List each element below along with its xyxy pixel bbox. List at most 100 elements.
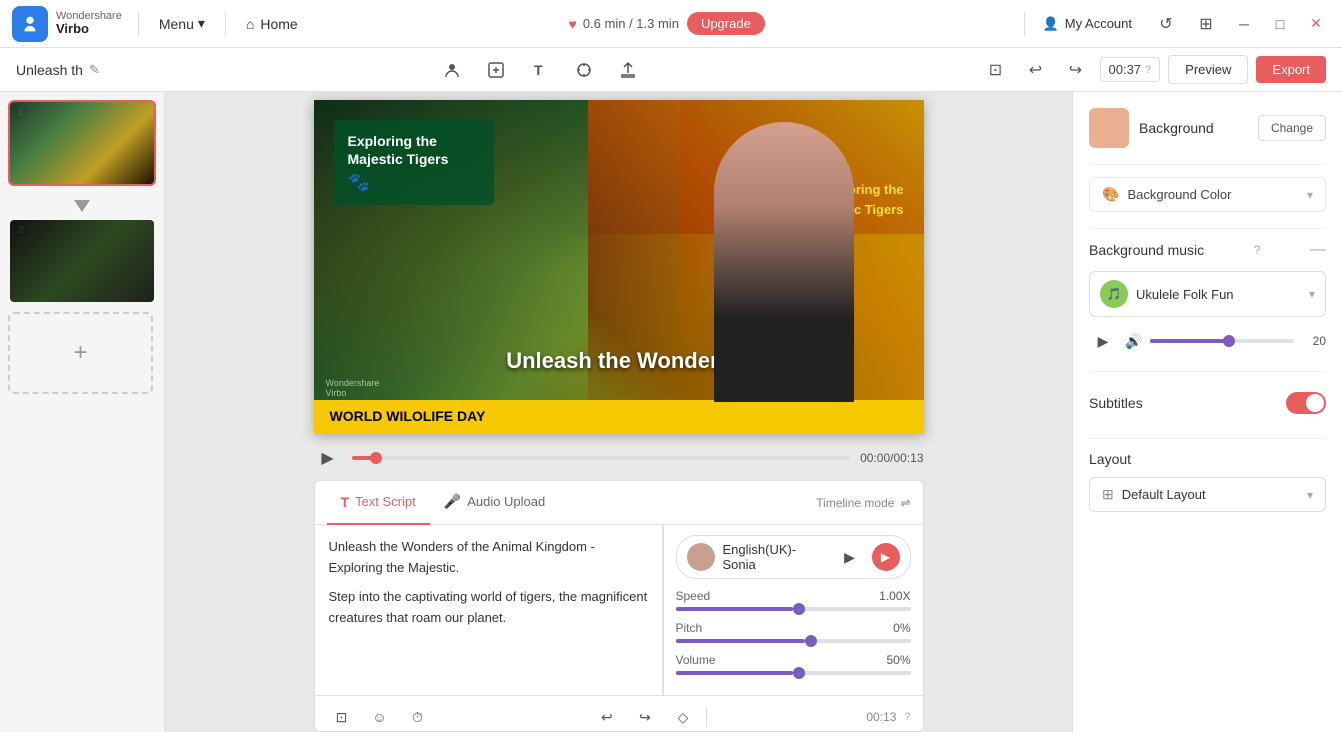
music-header: Background music ? — <box>1089 241 1326 259</box>
volume-thumb-music <box>1223 335 1235 347</box>
home-button[interactable]: ⌂ Home <box>234 10 310 38</box>
history-button[interactable]: ↺ <box>1150 8 1182 40</box>
topbar: Wondershare Virbo Menu ▾ ⌂ Home ♥ 0.6 mi… <box>0 0 1342 48</box>
voice-play-button[interactable]: ▶ <box>872 543 900 571</box>
insert-button[interactable]: ⊡ <box>327 702 357 732</box>
timer-text: 0.6 min / 1.3 min <box>583 16 679 31</box>
voice-expand-button[interactable]: ▶ <box>836 543 864 571</box>
timer-area: ♥ 0.6 min / 1.3 min <box>569 16 679 32</box>
svg-text:T: T <box>534 62 543 78</box>
music-avatar: 🎵 <box>1100 280 1128 308</box>
undo-button[interactable]: ↩ <box>1020 54 1052 86</box>
sticker-tool-button[interactable] <box>478 52 514 88</box>
menu-button[interactable]: Menu ▾ <box>147 9 217 38</box>
speed-slider[interactable] <box>676 607 911 611</box>
chevron-down-icon: ▾ <box>198 15 205 32</box>
text-tool-button[interactable]: T <box>522 52 558 88</box>
timeline-mode-toggle[interactable]: Timeline mode ⇌ <box>816 496 910 510</box>
add-slide-button[interactable]: + <box>8 312 153 394</box>
timer-button[interactable]: ⏱ <box>403 702 433 732</box>
editor-toolbar: Unleash th ✎ T ⊡ ↩ ↪ 00:37 ? Preview Exp… <box>0 48 1342 92</box>
slide-thumbnail-1 <box>10 102 155 184</box>
voice-name: English(UK)-Sonia <box>723 542 828 572</box>
divider-music <box>1089 371 1326 372</box>
music-selector[interactable]: 🎵 Ukulele Folk Fun ▾ <box>1089 271 1326 317</box>
pitch-slider[interactable] <box>676 639 911 643</box>
preview-button[interactable]: Preview <box>1168 55 1248 84</box>
timeline-mode-icon: ⇌ <box>900 496 910 510</box>
slide-panel: 1 2 + <box>0 92 165 732</box>
effects-tool-button[interactable] <box>566 52 602 88</box>
export-button[interactable]: Export <box>1256 56 1326 83</box>
overlay-title: Exploring the Majestic Tigers <box>348 132 480 168</box>
volume-slider[interactable] <box>676 671 911 675</box>
thumbnail-button[interactable]: ⊡ <box>980 54 1012 86</box>
layout-name: Default Layout <box>1122 487 1299 502</box>
tab-text-script[interactable]: T Text Script <box>327 481 430 525</box>
bottom-text: WORLD WILOLIFE DAY <box>330 408 486 424</box>
play-button[interactable]: ▶ <box>314 444 342 472</box>
script-line-1: Unleash the Wonders of the Animal Kingdo… <box>329 537 648 579</box>
heart-icon: ♥ <box>569 16 577 32</box>
redo-script-button[interactable]: ↪ <box>630 702 660 732</box>
edit-icon[interactable]: ✎ <box>89 62 100 78</box>
music-controls: ▶ 🔊 20 <box>1089 327 1326 355</box>
canvas-area: Exploring the Majestic Tigers 🐾 Explorin… <box>165 92 1072 732</box>
music-help-icon[interactable]: ? <box>1254 243 1261 257</box>
pitch-thumb <box>805 635 817 647</box>
voice-avatar <box>687 543 715 571</box>
close-button[interactable]: ✕ <box>1302 10 1330 38</box>
avatar-tool-button[interactable] <box>434 52 470 88</box>
divider-1 <box>138 12 139 36</box>
subtitles-toggle[interactable] <box>1286 392 1326 414</box>
settings-panel: Background Change 🎨 Background Color ▾ B… <box>1072 92 1342 732</box>
layout-selector[interactable]: ⊞ Default Layout ▾ <box>1089 477 1326 512</box>
music-chevron-icon: ▾ <box>1309 287 1315 301</box>
logo-text: Wondershare Virbo <box>56 10 122 36</box>
script-panel: T Text Script 🎤 Audio Upload Timeline mo… <box>314 480 924 732</box>
layout-label: Layout <box>1089 451 1326 467</box>
color-icon: 🎨 <box>1102 186 1119 203</box>
slide-item-1[interactable]: 1 <box>8 100 156 186</box>
script-tabs: T Text Script 🎤 Audio Upload Timeline mo… <box>315 481 923 525</box>
music-collapse-icon[interactable]: — <box>1310 241 1326 259</box>
undo-script-button[interactable]: ↩ <box>592 702 622 732</box>
script-text-area[interactable]: Unleash the Wonders of the Animal Kingdo… <box>315 525 663 695</box>
playback-time: 00:00/00:13 <box>860 451 923 465</box>
canvas-main-title: Unleash the Wonders <box>506 348 731 374</box>
volume-slider-music[interactable] <box>1150 339 1294 343</box>
background-swatch <box>1089 108 1129 148</box>
toolbar-tools: T <box>112 52 968 88</box>
subtitles-label: Subtitles <box>1089 395 1143 411</box>
redo-button[interactable]: ↪ <box>1060 54 1092 86</box>
account-button[interactable]: 👤 My Account <box>1033 10 1142 38</box>
minimize-button[interactable]: ─ <box>1230 10 1258 38</box>
script-time: 00:13 <box>866 710 896 724</box>
speed-fill <box>676 607 794 611</box>
format-button[interactable]: ◇ <box>668 702 698 732</box>
script-line-2: Step into the captivating world of tiger… <box>329 587 648 629</box>
emoji-button[interactable]: ☺ <box>365 702 395 732</box>
volume-fill <box>676 671 794 675</box>
divider-2 <box>225 12 226 36</box>
maximize-button[interactable]: □ <box>1266 10 1294 38</box>
progress-track[interactable] <box>352 456 851 460</box>
grid-button[interactable]: ⊞ <box>1190 8 1222 40</box>
upload-tool-button[interactable] <box>610 52 646 88</box>
divider-subtitles <box>1089 438 1326 439</box>
divider-3 <box>1024 12 1025 36</box>
topbar-center: ♥ 0.6 min / 1.3 min Upgrade <box>318 12 1016 35</box>
tab-audio-upload[interactable]: 🎤 Audio Upload <box>430 481 560 525</box>
change-background-button[interactable]: Change <box>1258 115 1326 141</box>
canvas-overlay-text: Exploring the Majestic Tigers 🐾 <box>334 120 494 205</box>
background-label: Background <box>1139 120 1248 136</box>
voice-selector[interactable]: English(UK)-Sonia ▶ ▶ <box>676 535 911 579</box>
slide-separator-1 <box>8 194 156 218</box>
slide-item-2[interactable]: 2 <box>8 218 156 304</box>
user-icon: 👤 <box>1043 16 1059 32</box>
music-play-button[interactable]: ▶ <box>1089 327 1117 355</box>
upgrade-button[interactable]: Upgrade <box>687 12 765 35</box>
product-name: Virbo <box>56 22 122 36</box>
bg-color-row[interactable]: 🎨 Background Color ▾ <box>1089 177 1326 212</box>
project-title-area: Unleash th ✎ <box>16 62 100 78</box>
